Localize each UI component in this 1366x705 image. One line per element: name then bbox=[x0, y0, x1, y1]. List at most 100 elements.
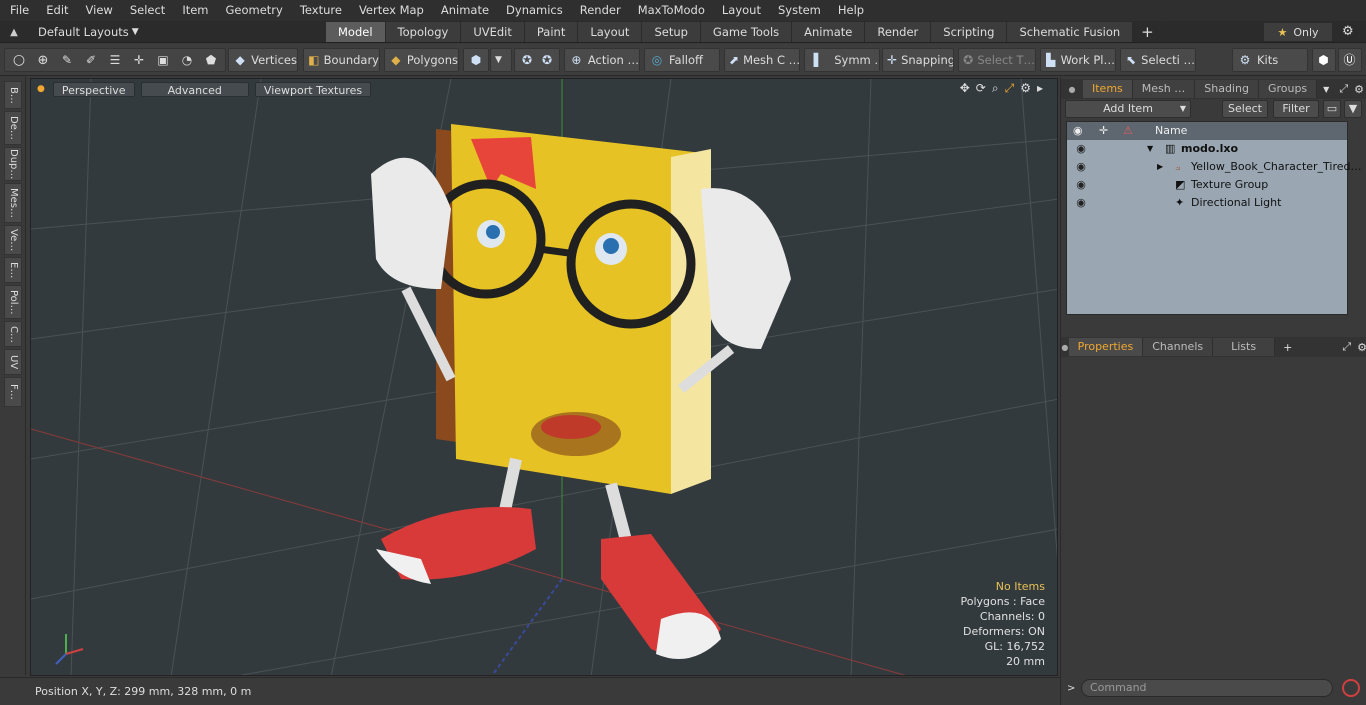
work-plane-button[interactable]: ▙ Work Pl… bbox=[1040, 48, 1116, 72]
left-tab-curve[interactable]: C… bbox=[4, 321, 22, 347]
expand-arrow-icon[interactable]: ▶ bbox=[1157, 158, 1163, 176]
filter-funnel-icon[interactable]: ▼ bbox=[1344, 100, 1362, 118]
tab-animate[interactable]: Animate bbox=[792, 22, 866, 42]
menu-file[interactable]: File bbox=[0, 0, 36, 21]
add-tab-icon[interactable]: + bbox=[1283, 341, 1292, 354]
left-tab-mesh[interactable]: Mes… bbox=[4, 183, 22, 223]
globe-icon[interactable]: ⊕ bbox=[31, 53, 55, 68]
snapping-button[interactable]: ✛ Snapping bbox=[882, 48, 954, 72]
tab-model[interactable]: Model bbox=[326, 22, 386, 42]
advanced-button[interactable]: Advanced bbox=[140, 81, 249, 97]
move-view-icon[interactable]: ✥ bbox=[960, 81, 970, 96]
panel-gear-icon[interactable]: ⚙ bbox=[1354, 83, 1364, 96]
select-through-button[interactable]: ✪ Select T… bbox=[958, 48, 1036, 72]
center-icon[interactable]: ✛ bbox=[127, 53, 151, 67]
left-tab-vertex[interactable]: Ve… bbox=[4, 225, 22, 255]
left-tab-polygon[interactable]: Pol… bbox=[4, 285, 22, 319]
unity-button[interactable]: ⬢ bbox=[1312, 48, 1336, 72]
name-column-header[interactable]: Name bbox=[1155, 124, 1187, 137]
mode-dropdown[interactable]: ▼ bbox=[490, 48, 512, 72]
tab-paint[interactable]: Paint bbox=[524, 22, 579, 42]
tab-game-tools[interactable]: Game Tools bbox=[700, 22, 793, 42]
list-item[interactable]: ◉ ▼ ▥ modo.lxo bbox=[1067, 140, 1347, 158]
tab-topology[interactable]: Topology bbox=[385, 22, 462, 42]
panel-menu-dot[interactable]: ● bbox=[1061, 85, 1083, 94]
panel-menu-dot[interactable]: ● bbox=[1061, 343, 1069, 352]
left-tab-duplicate[interactable]: Dup… bbox=[4, 147, 22, 181]
shield-icon[interactable]: ⬟ bbox=[199, 53, 223, 67]
rotate-icon[interactable]: ◔ bbox=[175, 53, 199, 67]
filter-button[interactable]: Filter bbox=[1273, 100, 1319, 118]
snap-element-icon[interactable]: ✪ bbox=[539, 52, 555, 68]
command-input[interactable]: Command bbox=[1081, 679, 1333, 697]
tab-channels[interactable]: Channels bbox=[1143, 338, 1214, 356]
collapse-button[interactable]: ▭ bbox=[1323, 100, 1341, 118]
menu-geometry[interactable]: Geometry bbox=[216, 0, 290, 21]
tab-layout[interactable]: Layout bbox=[578, 22, 643, 42]
menu-select[interactable]: Select bbox=[120, 0, 172, 21]
eye-icon[interactable]: ◉ bbox=[1073, 194, 1089, 212]
add-tab-icon[interactable]: + bbox=[1133, 22, 1163, 42]
brush-icon[interactable]: ✐ bbox=[79, 53, 103, 67]
left-tab-fusion[interactable]: F… bbox=[4, 377, 22, 407]
eye-icon[interactable]: ◉ bbox=[1073, 158, 1089, 176]
circle-select-icon[interactable]: ○ bbox=[7, 52, 31, 68]
left-tab-edge[interactable]: E… bbox=[4, 257, 22, 283]
tab-lists[interactable]: Lists bbox=[1213, 338, 1276, 356]
gear-icon[interactable]: ⚙ bbox=[1342, 24, 1354, 39]
add-item-button[interactable]: Add Item ▼ bbox=[1065, 100, 1191, 118]
menu-maxtomodo[interactable]: MaxToModo bbox=[628, 0, 712, 21]
tab-items[interactable]: Items bbox=[1083, 80, 1133, 98]
unreal-button[interactable]: Ⓤ bbox=[1338, 48, 1362, 72]
menu-render[interactable]: Render bbox=[570, 0, 628, 21]
kits-button[interactable]: ⚙ Kits bbox=[1232, 48, 1308, 72]
list-item[interactable]: ◉ ▶ ⟓ Yellow_Book_Character_Tired… bbox=[1067, 158, 1361, 176]
falloff-button[interactable]: ◎ Falloff bbox=[644, 48, 720, 72]
tab-scripting[interactable]: Scripting bbox=[931, 22, 1008, 42]
menu-layout[interactable]: Layout bbox=[712, 0, 768, 21]
tab-mesh-ops[interactable]: Mesh … bbox=[1132, 80, 1196, 98]
list-item[interactable]: ◉ ◩ Texture Group bbox=[1067, 176, 1347, 194]
align-icon[interactable]: ☰ bbox=[103, 53, 127, 67]
tab-shading[interactable]: Shading bbox=[1195, 80, 1259, 98]
menu-edit[interactable]: Edit bbox=[36, 0, 75, 21]
tab-uvedit[interactable]: UVEdit bbox=[461, 22, 525, 42]
render-column-icon[interactable]: ⚠ bbox=[1123, 124, 1133, 137]
left-tab-uv[interactable]: UV bbox=[4, 349, 22, 375]
item-list[interactable]: ◉ ✛ ⚠ Name ◉ ▼ ▥ modo.lxo ◉ ▶ ⟓ Yellow_B… bbox=[1066, 121, 1362, 315]
panel-gear-icon[interactable]: ⚙ bbox=[1357, 341, 1366, 354]
rotate-view-icon[interactable]: ⟳ bbox=[976, 81, 986, 96]
menu-system[interactable]: System bbox=[768, 0, 828, 21]
eye-icon[interactable]: ◉ bbox=[1073, 176, 1089, 194]
tab-schematic-fusion[interactable]: Schematic Fusion bbox=[1007, 22, 1134, 42]
panel-maximize-icon[interactable]: ⤢ bbox=[1339, 82, 1348, 96]
visibility-column-icon[interactable]: ◉ bbox=[1073, 124, 1083, 137]
only-toggle[interactable]: ★ Only bbox=[1264, 23, 1332, 41]
maximize-icon[interactable]: ⤢ bbox=[1005, 81, 1015, 96]
3d-viewport[interactable]: ● Perspective Advanced Viewport Textures… bbox=[30, 78, 1058, 676]
expand-arrow-icon[interactable]: ▸ bbox=[1037, 81, 1043, 96]
record-icon[interactable] bbox=[1342, 679, 1360, 697]
expand-arrow-icon[interactable]: ▼ bbox=[1147, 140, 1153, 158]
vertices-button[interactable]: ◆ Vertices bbox=[228, 48, 298, 72]
snap-shield-icon[interactable]: ✪ bbox=[519, 52, 535, 68]
menu-item[interactable]: Item bbox=[172, 0, 215, 21]
left-tab-basic[interactable]: B… bbox=[4, 81, 22, 109]
menu-dynamics[interactable]: Dynamics bbox=[496, 0, 570, 21]
tab-properties[interactable]: Properties bbox=[1068, 338, 1144, 356]
panel-dropdown-icon[interactable]: ▼ bbox=[1323, 85, 1329, 94]
tab-setup[interactable]: Setup bbox=[642, 22, 701, 42]
zoom-icon[interactable]: ⌕ bbox=[992, 81, 999, 96]
selection-sets-button[interactable]: ⬉ Selecti … bbox=[1120, 48, 1196, 72]
menu-view[interactable]: View bbox=[76, 0, 120, 21]
menu-texture[interactable]: Texture bbox=[290, 0, 349, 21]
mesh-constraint-button[interactable]: ⬈ Mesh C … bbox=[724, 48, 800, 72]
lock-column-icon[interactable]: ✛ bbox=[1099, 124, 1108, 137]
frame-icon[interactable]: ▣ bbox=[151, 53, 175, 67]
panel-maximize-icon[interactable]: ⤢ bbox=[1342, 340, 1351, 354]
viewport-textures-button[interactable]: Viewport Textures bbox=[254, 81, 372, 97]
eye-icon[interactable]: ◉ bbox=[1073, 140, 1089, 158]
symmetry-button[interactable]: ▐ Symm … bbox=[804, 48, 880, 72]
list-item[interactable]: ◉ ✦ Directional Light bbox=[1067, 194, 1347, 212]
left-tab-deform[interactable]: De… bbox=[4, 111, 22, 145]
